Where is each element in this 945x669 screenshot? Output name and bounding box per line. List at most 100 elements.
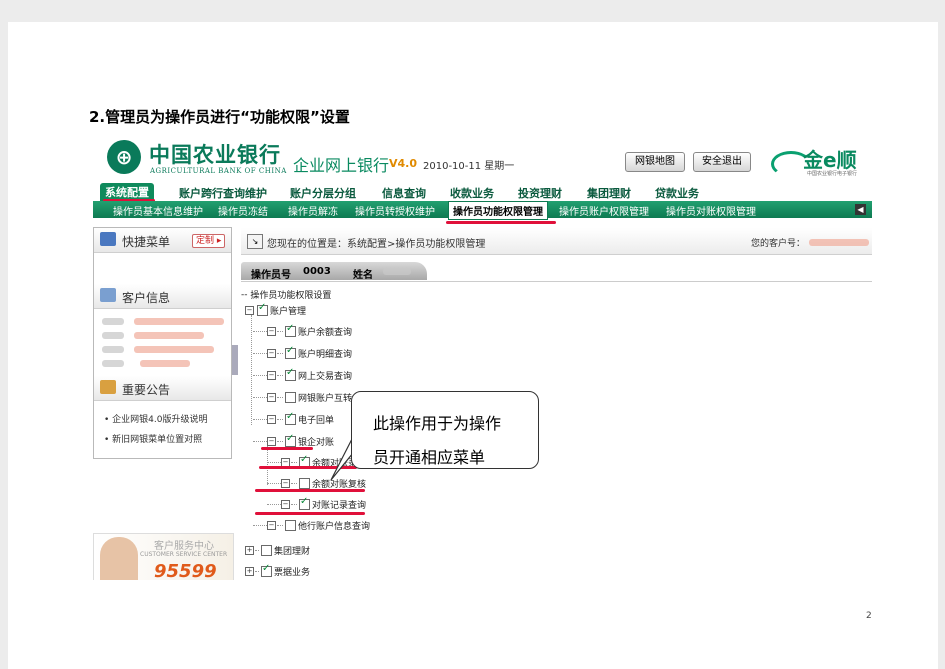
page-number: 2 xyxy=(866,611,872,621)
brand-subtitle: 中国农业银行电子银行 xyxy=(807,171,858,177)
sidebar: 快捷菜单 定制 ▸ 客户信息 重要公告 • 企业网银4.0版升级说明 • 新旧网… xyxy=(93,227,232,459)
brand-name: 金e顺 xyxy=(803,148,857,172)
customer-number-label: 您的客户号： xyxy=(751,239,806,249)
logout-button[interactable]: 安全退出 xyxy=(693,152,751,172)
collapse-toggle-icon[interactable]: − xyxy=(267,327,276,336)
collapse-toggle-icon[interactable]: − xyxy=(267,371,276,380)
tree-node[interactable]: − 他行账户信息查询 xyxy=(253,519,370,533)
subnav-item-function-permission[interactable]: 操作员功能权限管理 xyxy=(448,201,548,220)
subnav-item-account-permission[interactable]: 操作员账户权限管理 xyxy=(559,203,649,218)
tree-node[interactable]: − 网银账户互转 xyxy=(253,391,352,405)
nav-item-loans[interactable]: 贷款业务 xyxy=(655,185,699,201)
checkbox[interactable] xyxy=(261,545,272,556)
customer-icon xyxy=(100,288,116,302)
checkbox[interactable] xyxy=(285,520,296,531)
tree-node-account-mgmt[interactable]: −账户管理 xyxy=(245,302,306,318)
nav-item-investment[interactable]: 投资理财 xyxy=(518,185,562,201)
highlight-underline xyxy=(446,221,556,224)
highlight-underline xyxy=(261,447,313,450)
redacted-label xyxy=(102,360,124,367)
breadcrumb: ↘ 您现在的位置是：系统配置>操作员功能权限管理 您的客户号： xyxy=(241,228,872,255)
redacted-value xyxy=(140,360,190,367)
quick-menu-title: 快捷菜单 xyxy=(122,235,171,249)
redacted-name xyxy=(383,268,411,275)
tree-node[interactable]: −电子回单 xyxy=(253,411,334,427)
sub-nav: 操作员基本信息维护 操作员冻结 操作员解冻 操作员转授权维护 操作员功能权限管理… xyxy=(93,201,872,220)
tree-node[interactable]: −对账记录查询 xyxy=(267,496,366,512)
announcement-icon xyxy=(100,380,116,394)
collapse-toggle-icon[interactable]: − xyxy=(281,479,290,488)
checkbox[interactable] xyxy=(261,563,272,577)
checkbox[interactable] xyxy=(285,367,296,381)
collapse-toggle-icon[interactable]: − xyxy=(245,306,254,315)
operator-tabbar: 操作员号 0003 姓名 xyxy=(241,262,872,282)
bank-screenshot: ⊕ 中国农业银行 AGRICULTURAL BANK OF CHINA 企业网上… xyxy=(93,135,872,580)
subnav-item-basic-info[interactable]: 操作员基本信息维护 xyxy=(113,203,203,218)
checkbox[interactable] xyxy=(299,478,310,489)
tree-node[interactable]: −账户余额查询 xyxy=(253,323,352,339)
main-nav: 系统配置 账户跨行查询维护 账户分层分组 信息查询 收款业务 投资理财 集团理财… xyxy=(93,183,872,201)
tree-node[interactable]: −网上交易查询 xyxy=(253,367,352,383)
agent-portrait xyxy=(100,537,138,580)
tree-root: -- 操作员功能权限设置 xyxy=(241,290,332,301)
collapse-toggle-icon[interactable]: − xyxy=(267,349,276,358)
checkbox[interactable] xyxy=(285,392,296,403)
bank-name-en: AGRICULTURAL BANK OF CHINA xyxy=(150,167,287,175)
checkbox[interactable] xyxy=(285,411,296,425)
ad-title: 客户服务中心 xyxy=(154,541,214,552)
subnav-item-unfreeze[interactable]: 操作员解冻 xyxy=(288,203,338,218)
redacted-label xyxy=(102,332,124,339)
nav-item-collection[interactable]: 收款业务 xyxy=(450,185,494,201)
checkbox[interactable] xyxy=(299,496,310,510)
callout-line-1: 此操作用于为操作 xyxy=(373,414,502,433)
nav-item-account-group[interactable]: 账户分层分组 xyxy=(290,185,356,201)
nav-item-group-finance[interactable]: 集团理财 xyxy=(587,185,631,201)
customize-button[interactable]: 定制 ▸ xyxy=(192,234,226,248)
collapse-toggle-icon[interactable]: − xyxy=(267,393,276,402)
operator-no: 0003 xyxy=(303,266,331,277)
checkbox[interactable] xyxy=(285,345,296,359)
collapse-toggle-icon[interactable]: − xyxy=(267,415,276,424)
redacted-value xyxy=(134,346,214,353)
callout-line-2: 员开通相应菜单 xyxy=(373,448,486,467)
system-title: 企业网上银行 xyxy=(293,156,390,175)
sitemap-button[interactable]: 网银地图 xyxy=(625,152,685,172)
checkbox[interactable] xyxy=(285,433,296,447)
subnav-item-freeze[interactable]: 操作员冻结 xyxy=(218,203,268,218)
jineshun-logo: 金e顺 中国农业银行电子银行 xyxy=(771,143,867,177)
system-version: V4.0 xyxy=(389,157,417,170)
checkbox[interactable] xyxy=(257,302,268,316)
notice-item[interactable]: • 企业网银4.0版升级说明 xyxy=(104,412,208,425)
announcements-header: 重要公告 xyxy=(94,376,231,401)
collapse-toggle-icon[interactable]: − xyxy=(267,521,276,530)
nav-item-info-query[interactable]: 信息查询 xyxy=(382,185,426,201)
subnav-item-delegation[interactable]: 操作员转授权维护 xyxy=(355,203,435,218)
redacted-label xyxy=(102,318,124,325)
subnav-item-reconcile-permission[interactable]: 操作员对账权限管理 xyxy=(666,203,756,218)
tree-node[interactable]: −账户明细查询 xyxy=(253,345,352,361)
collapse-toggle-icon[interactable]: − xyxy=(281,500,290,509)
sidebar-collapse-handle[interactable] xyxy=(232,345,238,375)
operator-tab[interactable]: 操作员号 0003 姓名 xyxy=(241,262,427,281)
checkbox[interactable] xyxy=(285,323,296,337)
tree-node-bill-business[interactable]: +票据业务 xyxy=(245,563,310,579)
expand-toggle-icon[interactable]: + xyxy=(245,546,254,555)
scroll-left-icon[interactable]: ◀ xyxy=(855,204,866,215)
notice-text: 企业网银4.0版升级说明 xyxy=(112,415,208,425)
nav-item-account-query[interactable]: 账户跨行查询维护 xyxy=(179,185,267,201)
redacted-value xyxy=(134,318,224,325)
expand-toggle-icon[interactable]: + xyxy=(245,567,254,576)
tree-node-group-finance[interactable]: + 集团理财 xyxy=(245,544,310,558)
document-heading: 2.管理员为操作员进行“功能权限”设置 xyxy=(89,108,350,126)
collapse-toggle-icon[interactable]: − xyxy=(267,437,276,446)
notice-text: 新旧网银菜单位置对照 xyxy=(112,435,203,445)
redacted-value xyxy=(134,332,204,339)
announcements-title: 重要公告 xyxy=(122,383,171,397)
customer-service-ad[interactable]: 客户服务中心 CUSTOMER SERVICE CENTER 95599 xyxy=(93,533,234,580)
notice-item[interactable]: • 新旧网银菜单位置对照 xyxy=(104,432,202,445)
redacted-label xyxy=(102,346,124,353)
location-icon: ↘ xyxy=(247,234,263,249)
redacted-customer-number xyxy=(809,239,869,246)
highlight-underline xyxy=(255,489,365,492)
bank-header: ⊕ 中国农业银行 AGRICULTURAL BANK OF CHINA 企业网上… xyxy=(93,135,872,183)
